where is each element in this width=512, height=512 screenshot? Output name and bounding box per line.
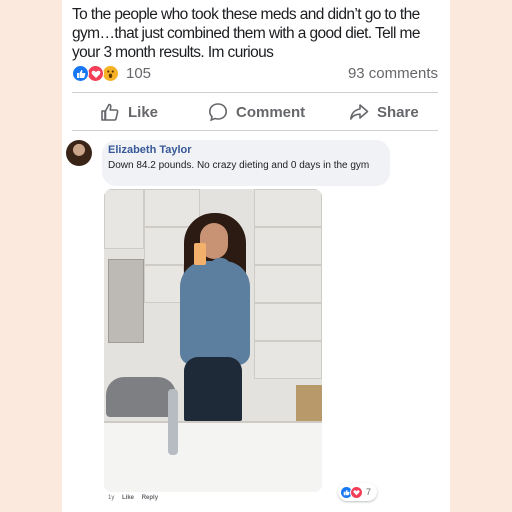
action-bar: Like Comment Share (72, 95, 438, 129)
like-label: Like (128, 103, 159, 121)
comments-count[interactable]: 93 comments (348, 65, 438, 82)
wow-icon (102, 65, 119, 82)
sink-counter (104, 421, 322, 492)
comment-text: Down 84.2 pounds. No crazy dieting and 0… (108, 160, 370, 171)
love-icon (350, 485, 363, 499)
comment-reply-link[interactable]: Reply (142, 495, 158, 501)
comment-actions: 1y Like Reply (108, 495, 164, 501)
comment: Elizabeth Taylor Down 84.2 pounds. No cr… (66, 140, 450, 512)
post-card: To the people who took these meds and di… (62, 0, 450, 512)
share-label: Share (377, 103, 419, 121)
comment-author[interactable]: Elizabeth Taylor (108, 144, 192, 156)
comment-bubble: Elizabeth Taylor Down 84.2 pounds. No cr… (102, 140, 390, 186)
comment-reaction-count: 7 (366, 487, 372, 497)
avatar[interactable] (66, 140, 92, 166)
faucet (168, 389, 178, 455)
comment-photo[interactable] (104, 189, 322, 492)
comment-button[interactable]: Comment (208, 95, 305, 129)
phone (194, 243, 206, 265)
reactions-row: 105 93 comments (72, 63, 438, 85)
person-legs (184, 357, 242, 421)
divider (72, 92, 438, 93)
divider (72, 130, 438, 131)
towel-dispenser (108, 259, 144, 343)
like-icon (72, 65, 89, 82)
comment-like-link[interactable]: Like (122, 495, 134, 501)
share-button[interactable]: Share (349, 95, 419, 129)
love-icon (87, 65, 104, 82)
comment-time: 1y (108, 495, 115, 501)
comment-reactions[interactable]: 7 (338, 483, 378, 501)
share-arrow-icon (350, 104, 369, 120)
reaction-icons[interactable] (72, 65, 122, 83)
trash-bin (106, 377, 176, 417)
like-button[interactable]: Like (100, 95, 158, 129)
comment-bubble-icon (208, 103, 228, 122)
thumbs-up-icon (101, 103, 119, 121)
post-text: To the people who took these meds and di… (72, 6, 420, 61)
reaction-count[interactable]: 105 (126, 65, 151, 82)
comment-label: Comment (236, 103, 306, 121)
